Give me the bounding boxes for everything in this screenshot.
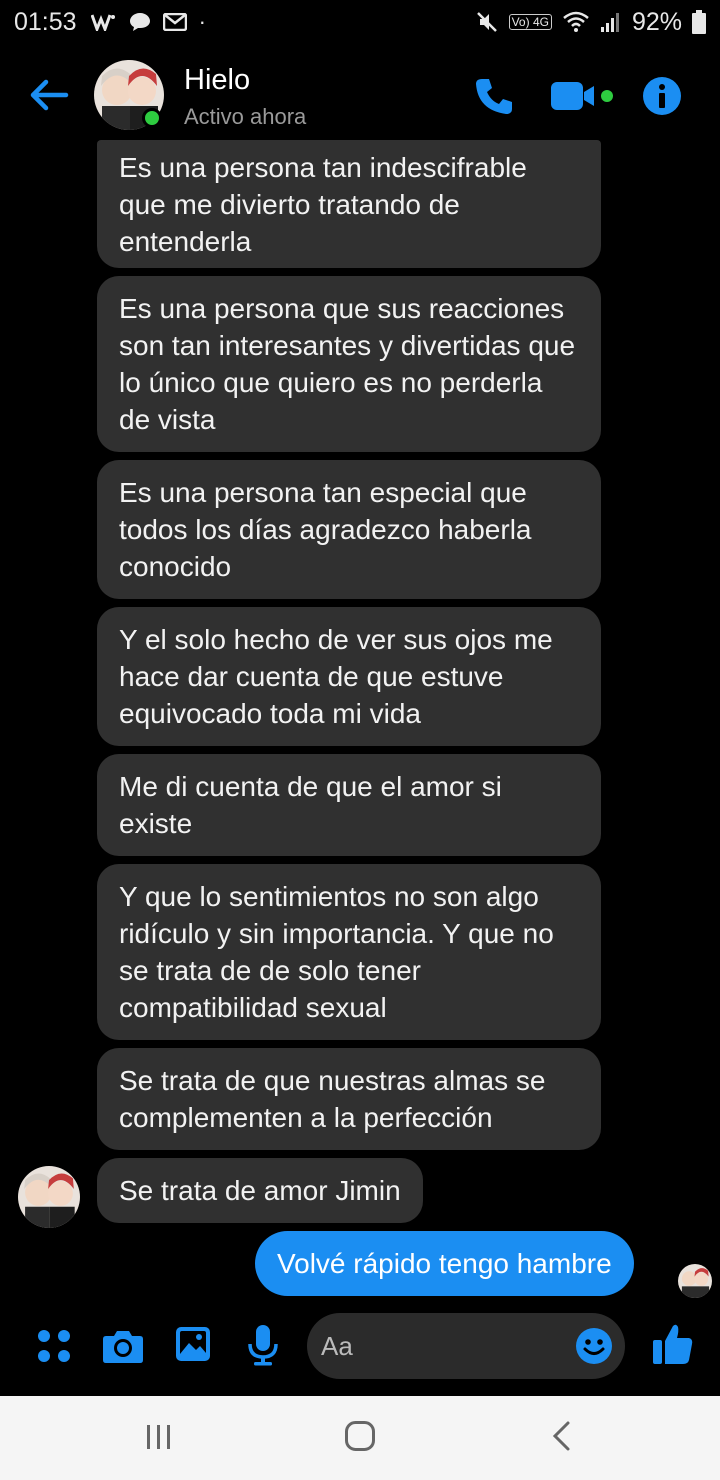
signal-icon	[600, 13, 619, 32]
message-bubble[interactable]: Se trata de que nuestras almas se comple…	[97, 1048, 601, 1150]
mute-icon	[476, 12, 497, 32]
message-bubble[interactable]: Y que lo sentimientos no son algo ridícu…	[97, 864, 601, 1040]
microphone-icon[interactable]	[247, 1324, 279, 1366]
message-bubble[interactable]: Me di cuenta de que el amor si existe	[97, 754, 601, 856]
gmail-icon	[162, 13, 187, 31]
status-bar: 01:53 · Vo) 4G 92%	[0, 0, 720, 44]
back-icon[interactable]	[548, 1420, 574, 1452]
message-bubble[interactable]: Es una persona que sus reacciones son ta…	[97, 276, 601, 452]
system-navigation-bar	[0, 1396, 720, 1480]
message-input[interactable]	[321, 1313, 571, 1379]
message-bubble[interactable]: Y el solo hecho de ver sus ojos me hace …	[97, 607, 601, 746]
status-time: 01:53	[14, 7, 77, 36]
contact-name[interactable]: Hielo	[184, 64, 250, 97]
network-badge: Vo) 4G	[508, 14, 552, 30]
phone-icon[interactable]	[474, 76, 514, 116]
more-dot-icon: ·	[198, 9, 206, 34]
battery-icon	[692, 10, 706, 34]
conversation-header: Hielo Activo ahora	[0, 52, 720, 142]
camera-icon[interactable]	[102, 1328, 144, 1364]
gallery-icon[interactable]	[175, 1326, 211, 1362]
online-indicator	[142, 108, 162, 128]
sender-avatar[interactable]	[18, 1166, 80, 1228]
wifi-icon	[563, 11, 589, 32]
thumbs-up-icon[interactable]	[652, 1322, 694, 1366]
recent-apps-icon[interactable]	[144, 1422, 174, 1452]
message-bubble[interactable]: Se trata de amor Jimin	[97, 1158, 423, 1223]
home-icon[interactable]	[344, 1420, 376, 1452]
notification-w-icon	[90, 14, 115, 31]
message-bubble[interactable]: Es una persona tan especial que todos lo…	[97, 460, 601, 599]
message-input-container	[307, 1313, 625, 1379]
info-icon[interactable]	[642, 76, 682, 116]
battery-percent: 92%	[631, 7, 682, 36]
emoji-icon[interactable]	[575, 1327, 613, 1365]
seen-receipt-avatar	[678, 1264, 712, 1298]
apps-icon[interactable]	[36, 1328, 72, 1364]
chat-notification-icon	[129, 13, 150, 31]
contact-status: Activo ahora	[184, 104, 307, 129]
message-bubble[interactable]: Es una persona tan indescifrable que me …	[97, 140, 601, 268]
sent-message-bubble[interactable]: Volvé rápido tengo hambre	[255, 1231, 634, 1296]
video-icon[interactable]	[550, 80, 616, 112]
message-composer	[0, 1310, 720, 1384]
back-arrow-icon[interactable]	[28, 74, 70, 116]
